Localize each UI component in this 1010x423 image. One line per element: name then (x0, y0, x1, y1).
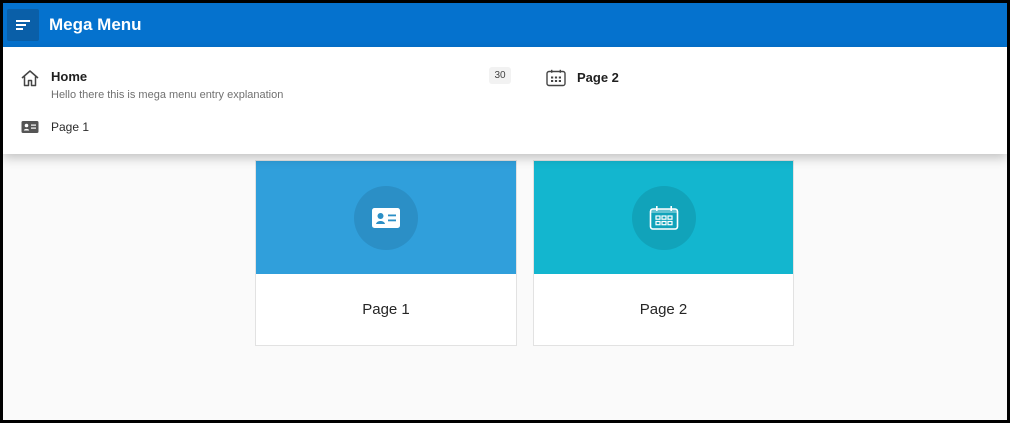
card-page-2[interactable]: Page 2 (533, 160, 794, 346)
mega-menu-item-label: Page 2 (577, 70, 619, 85)
mega-menu-panel: Home Hello there this is mega menu entry… (3, 47, 1007, 154)
home-icon (19, 67, 41, 89)
app-window: Mega Menu Home Hello there this is mega … (3, 3, 1007, 420)
card-title: Page 2 (639, 301, 688, 318)
app-header: Mega Menu (3, 3, 1007, 47)
mega-menu-item-label: Home (51, 69, 88, 84)
card-header (534, 161, 793, 274)
id-card-icon (19, 116, 41, 138)
mega-menu-item-page-1[interactable]: Page 1 (19, 116, 89, 138)
card-page-1[interactable]: Page 1 (255, 160, 517, 346)
card-header (256, 161, 516, 274)
card-icon-circle (631, 185, 696, 250)
calendar-icon (545, 67, 567, 89)
mega-menu-item-page-2[interactable]: Page 2 (545, 67, 619, 89)
hamburger-menu-icon (16, 20, 30, 30)
mega-menu-item-home[interactable]: Home Hello there this is mega menu entry… (19, 67, 283, 101)
menu-toggle-button[interactable] (7, 9, 39, 41)
app-title: Mega Menu (49, 15, 142, 34)
mega-menu-item-description: Hello there this is mega menu entry expl… (51, 89, 284, 101)
card-title: Page 1 (362, 301, 410, 318)
card-icon-circle (354, 185, 418, 250)
id-card-icon (372, 207, 400, 228)
mega-menu-item-label: Page 1 (51, 120, 90, 134)
count-badge: 30 (489, 67, 511, 84)
calendar-icon (649, 205, 678, 230)
